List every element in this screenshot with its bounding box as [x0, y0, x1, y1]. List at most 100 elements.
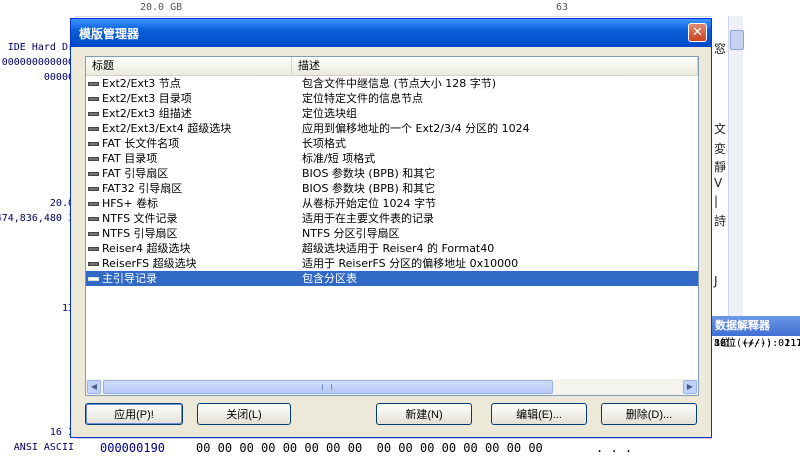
template-title: FAT32 引导扇区	[102, 182, 183, 195]
horizontal-scrollbar[interactable]: ◀ ▶	[86, 379, 698, 395]
template-icon	[88, 127, 99, 131]
template-icon	[88, 262, 99, 266]
template-row[interactable]: HFS+ 卷标 从卷标开始定位 1024 字节	[86, 196, 698, 211]
text-char: 窓	[714, 42, 727, 56]
template-description: 从卷标开始定位 1024 字节	[302, 197, 436, 210]
apply-button[interactable]: 应用(P)!	[85, 403, 183, 425]
hex-bytes: 00 00 00 00 00 00 00 00 00 00 00 00 00 0…	[196, 441, 543, 455]
text-char: 文	[714, 122, 727, 136]
template-row[interactable]: FAT 长文件名项 长项格式	[86, 136, 698, 151]
template-title: FAT 目录项	[102, 152, 158, 165]
template-icon	[88, 142, 99, 146]
background-right-panel: 窓 文 変 靜 V | 詩 J 数据解释器 8位 (+/-): 0 16位 (+…	[712, 16, 800, 458]
template-icon	[88, 217, 99, 221]
background-info-panel: IDE Hard Dr 000000000000 00000 20.0 474,…	[0, 16, 77, 458]
scroll-thumb[interactable]	[103, 380, 553, 394]
text-char: J	[714, 274, 718, 288]
template-icon	[88, 232, 99, 236]
text-char: |	[714, 194, 719, 208]
template-row[interactable]: Ext2/Ext3 目录项 定位特定文件的信息节点	[86, 91, 698, 106]
template-description: 定位选块组	[302, 107, 357, 120]
edit-template-button[interactable]: 编辑(E)...	[491, 403, 587, 425]
dialog-title: 模版管理器	[79, 27, 140, 41]
template-description: 长项格式	[302, 137, 346, 150]
info-label: 474,836,480 1	[0, 213, 74, 224]
template-row[interactable]: FAT32 引导扇区 BIOS 参数块 (BPB) 和其它	[86, 181, 698, 196]
template-description: 标准/短 项格式	[302, 152, 376, 165]
text-char: 詩	[714, 214, 727, 228]
template-row[interactable]: Ext2/Ext3/Ext4 超级选块 应用到偏移地址的一个 Ext2/3/4 分…	[86, 121, 698, 136]
template-title: Ext2/Ext3/Ext4 超级选块	[102, 122, 232, 135]
hex-row: 000000190 00 00 00 00 00 00 00 00 00 00 …	[76, 438, 712, 459]
column-number: 63	[556, 2, 569, 13]
grip-icon	[322, 384, 332, 390]
hex-ascii: . . .	[596, 441, 633, 455]
template-icon	[88, 112, 99, 116]
template-row[interactable]: Ext2/Ext3 节点 包含文件中继信息 (节点大小 128 字节)	[86, 76, 698, 91]
info-label: 000000000000	[1, 57, 74, 68]
template-description: 适用于在主要文件表的记录	[302, 212, 434, 225]
template-title: FAT 长文件名项	[102, 137, 180, 150]
data-interpreter-title: 数据解释器	[712, 316, 800, 336]
template-description: 包含分区表	[302, 272, 357, 285]
template-description: BIOS 参数块 (BPB) 和其它	[302, 167, 436, 180]
template-description: 适用于 ReiserFS 分区的偏移地址 0x10000	[302, 257, 519, 270]
interpreter-row: 32位 (+/-): 1115	[714, 338, 800, 349]
template-title: Ext2/Ext3 组描述	[102, 107, 192, 120]
template-title: FAT 引导扇区	[102, 167, 169, 180]
template-icon	[88, 202, 99, 206]
template-title: NTFS 文件记录	[102, 212, 178, 225]
template-row[interactable]: NTFS 文件记录 适用于在主要文件表的记录	[86, 211, 698, 226]
template-manager-dialog: 模版管理器 ✕ 标题 描述 Ext2/Ext3 节点 包含文件中继信息 (节点大小…	[70, 18, 712, 438]
template-title: HFS+ 卷标	[102, 197, 159, 210]
template-icon	[88, 172, 99, 176]
scroll-thumb[interactable]	[730, 30, 744, 50]
template-icon	[88, 247, 99, 251]
template-icon	[88, 277, 99, 281]
template-row[interactable]: ReiserFS 超级选块 适用于 ReiserFS 分区的偏移地址 0x1000…	[86, 256, 698, 271]
template-list[interactable]: 标题 描述 Ext2/Ext3 节点 包含文件中继信息 (节点大小 128 字节)…	[85, 56, 699, 396]
template-title: ReiserFS 超级选块	[102, 257, 197, 270]
template-title: Ext2/Ext3 节点	[102, 77, 181, 90]
template-description: 应用到偏移地址的一个 Ext2/3/4 分区的 1024	[302, 122, 530, 135]
delete-template-button[interactable]: 删除(D)...	[601, 403, 697, 425]
template-description: 包含文件中继信息 (节点大小 128 字节)	[302, 77, 497, 90]
info-label: ANSI ASCII	[13, 442, 74, 453]
template-row[interactable]: FAT 目录项 标准/短 项格式	[86, 151, 698, 166]
template-icon	[88, 187, 99, 191]
close-button[interactable]: ✕	[688, 23, 707, 42]
scroll-right-icon[interactable]: ▶	[683, 380, 697, 394]
background-scrollbar[interactable]	[728, 16, 744, 316]
template-icon	[88, 157, 99, 161]
text-char: 靜	[714, 160, 727, 174]
template-row[interactable]: NTFS 引导扇区 NTFS 分区引导扇区	[86, 226, 698, 241]
template-row[interactable]: FAT 引导扇区 BIOS 参数块 (BPB) 和其它	[86, 166, 698, 181]
column-header-description[interactable]: 描述	[292, 57, 698, 74]
disk-size: 20.0 GB	[140, 2, 183, 13]
template-description: NTFS 分区引导扇区	[302, 227, 400, 240]
template-icon	[88, 82, 99, 86]
scroll-left-icon[interactable]: ◀	[87, 380, 101, 394]
close-dialog-button[interactable]: 关闭(L)	[197, 403, 291, 425]
text-char: 変	[714, 142, 727, 156]
template-description: 超级选块适用于 Reiser4 的 Format40	[302, 242, 495, 255]
template-description: BIOS 参数块 (BPB) 和其它	[302, 182, 436, 195]
template-row[interactable]: Reiser4 超级选块 超级选块适用于 Reiser4 的 Format40	[86, 241, 698, 256]
background-hex-header: 20.0 GB 63	[0, 0, 800, 17]
template-title: Ext2/Ext3 目录项	[102, 92, 192, 105]
template-title: NTFS 引导扇区	[102, 227, 178, 240]
template-row[interactable]: 主引导记录 包含分区表	[86, 271, 698, 286]
hex-offset: 000000190	[100, 441, 166, 455]
dialog-titlebar[interactable]: 模版管理器 ✕	[71, 19, 711, 47]
list-header: 标题 描述	[86, 57, 698, 76]
new-template-button[interactable]: 新建(N)	[376, 403, 472, 425]
info-label: IDE Hard Dr	[7, 42, 74, 53]
template-title: 主引导记录	[102, 272, 157, 285]
close-icon: ✕	[692, 25, 703, 40]
data-interpreter-panel: 数据解释器 8位 (+/-): 0 16位 (+/-): 2176 32位 (+…	[712, 316, 800, 458]
template-row[interactable]: Ext2/Ext3 组描述 定位选块组	[86, 106, 698, 121]
template-title: Reiser4 超级选块	[102, 242, 191, 255]
column-header-title[interactable]: 标题	[86, 57, 292, 74]
text-char: V	[714, 176, 723, 190]
template-icon	[88, 97, 99, 101]
